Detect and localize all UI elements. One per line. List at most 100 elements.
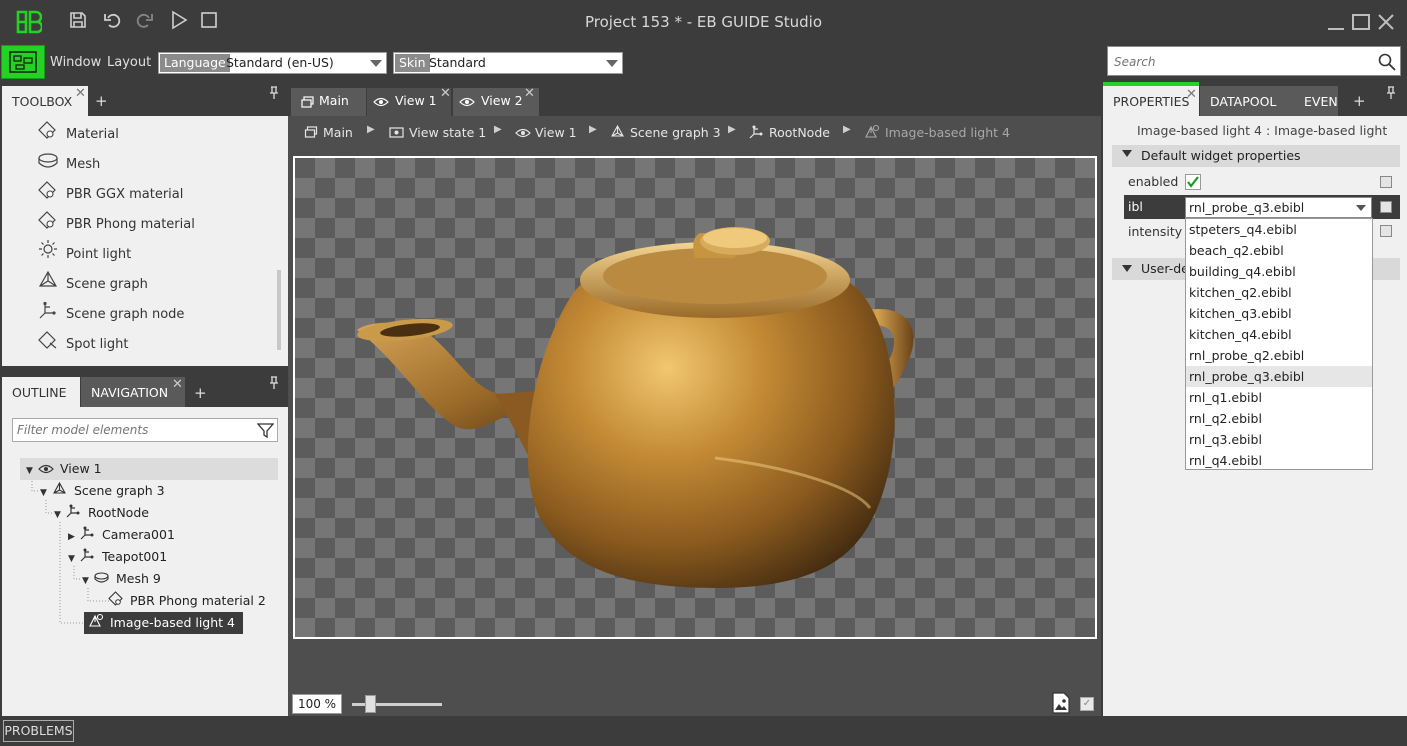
tree-item[interactable]: ▼ Teapot001 — [68, 546, 167, 568]
chevron-right-icon: ▶ — [843, 124, 851, 135]
window-icon — [304, 126, 318, 138]
close-icon[interactable]: ✕ — [1186, 87, 1197, 102]
eye-icon — [459, 97, 475, 107]
editor-tab-view2-label: View 2 — [481, 93, 523, 108]
collapse-icon[interactable]: ▼ — [68, 548, 80, 570]
node-icon — [749, 125, 763, 139]
ibl-option[interactable]: rnl_q1.ebibl — [1186, 387, 1372, 408]
zoom-value: 100 % — [297, 697, 337, 711]
search-input[interactable] — [1114, 53, 1364, 71]
ibl-option[interactable]: rnl_q2.ebibl — [1186, 408, 1372, 429]
scene-graph-icon — [52, 481, 70, 503]
skin-label: Skin — [395, 54, 430, 72]
breadcrumb-view-state[interactable]: View state 1 — [409, 125, 486, 140]
chevron-down-icon — [370, 60, 382, 67]
tree-item-label: Scene graph 3 — [74, 483, 165, 498]
tree-item[interactable]: ▼ Scene graph 3 — [40, 480, 165, 502]
grid-toggle-checkbox[interactable]: ✓ — [1080, 697, 1094, 711]
chevron-right-icon: ▶ — [728, 124, 736, 135]
intensity-link-checkbox[interactable] — [1380, 225, 1392, 237]
chevron-right-icon: ▶ — [494, 124, 502, 135]
chevron-right-icon: ▶ — [367, 124, 375, 135]
chevron-down-icon — [606, 60, 618, 67]
maximize-icon[interactable] — [1350, 12, 1372, 34]
ibl-option[interactable]: rnl_q4.ebibl — [1186, 450, 1372, 471]
ibl-option[interactable]: rnl_probe_q2.ebibl — [1186, 345, 1372, 366]
tree-item[interactable]: ▼ RootNode — [54, 502, 149, 524]
skin-value: Standard — [429, 55, 486, 70]
breadcrumb-root-node[interactable]: RootNode — [769, 125, 830, 140]
close-icon[interactable]: ✕ — [440, 86, 451, 101]
section-user-label: User-de — [1141, 261, 1189, 276]
ibl-option[interactable]: kitchen_q3.ebibl — [1186, 303, 1372, 324]
collapse-icon[interactable]: ▼ — [82, 570, 94, 592]
tab-datapool[interactable]: DATAPOOL — [1200, 86, 1294, 116]
tree-item[interactable]: ▼ Mesh 9 — [82, 568, 161, 590]
zoom-slider-thumb[interactable] — [365, 695, 376, 713]
editor-tab-view1[interactable]: View 1 — [367, 88, 451, 116]
enabled-link-checkbox[interactable] — [1380, 176, 1392, 188]
scene-canvas[interactable] — [293, 156, 1097, 639]
tab-properties-label: PROPERTIES — [1113, 94, 1190, 109]
enabled-checkbox[interactable] — [1185, 174, 1201, 190]
add-tab-icon[interactable]: + — [1353, 92, 1366, 110]
tab-datapool-label: DATAPOOL — [1210, 94, 1277, 109]
editor-tab-main[interactable]: Main — [291, 88, 366, 116]
ibl-select[interactable]: rnl_probe_q3.ebibl — [1185, 197, 1372, 218]
ibl-icon — [88, 613, 106, 635]
tab-events-label: EVEN — [1304, 94, 1338, 109]
node-icon — [80, 547, 98, 569]
export-image-icon[interactable] — [1052, 692, 1070, 717]
pin-icon[interactable] — [1386, 86, 1396, 104]
collapse-icon[interactable]: ▼ — [26, 460, 38, 482]
ibl-option[interactable]: stpeters_q4.ebibl — [1186, 219, 1372, 240]
close-icon[interactable]: ✕ — [524, 86, 535, 101]
breadcrumb-main[interactable]: Main — [323, 125, 353, 140]
tree-item-label: Teapot001 — [102, 549, 168, 564]
ibl-icon — [865, 124, 880, 138]
ibl-option[interactable]: kitchen_q2.ebibl — [1186, 282, 1372, 303]
tree-item[interactable]: Image-based light 4 — [84, 612, 243, 634]
expand-icon[interactable]: ▶ — [68, 526, 80, 548]
tree-item-label: View 1 — [60, 461, 102, 476]
tab-events[interactable]: EVEN — [1294, 86, 1338, 116]
tree-item[interactable]: ▼ View 1 — [20, 458, 278, 480]
section-default-label: Default widget properties — [1141, 148, 1301, 163]
collapse-icon[interactable]: ▼ — [54, 504, 66, 526]
status-bar — [0, 716, 1407, 746]
check-icon — [1187, 176, 1199, 188]
zoom-field[interactable]: 100 % — [292, 694, 342, 714]
mesh-icon — [94, 569, 112, 591]
breadcrumb-scene-graph[interactable]: Scene graph 3 — [630, 125, 721, 140]
ibl-option[interactable]: kitchen_q4.ebibl — [1186, 324, 1372, 345]
editor-tab-view1-label: View 1 — [395, 93, 437, 108]
window-icon — [301, 96, 314, 108]
tree-item-label: Camera001 — [102, 527, 175, 542]
minimize-icon[interactable] — [1325, 12, 1347, 34]
problems-label: PROBLEMS — [4, 723, 73, 738]
skin-select[interactable]: Skin Standard — [393, 52, 623, 74]
node-icon — [80, 525, 98, 547]
chevron-down-icon — [1356, 205, 1366, 211]
search-icon[interactable] — [1378, 53, 1396, 71]
tree-item-label: Image-based light 4 — [110, 615, 235, 630]
ibl-option[interactable]: rnl_probe_q3.ebibl — [1186, 366, 1372, 387]
ibl-option[interactable]: rnl_q3.ebibl — [1186, 429, 1372, 450]
ibl-dropdown-list: stpeters_q4.ebibl beach_q2.ebibl building_… — [1185, 218, 1373, 470]
tree-item[interactable]: ▶ Camera001 — [68, 524, 175, 546]
ibl-link-checkbox[interactable] — [1380, 201, 1392, 213]
tree-item[interactable]: PBR Phong material 2 — [96, 590, 266, 612]
tab-properties[interactable]: PROPERTIES — [1103, 86, 1199, 116]
prop-enabled-label: enabled — [1128, 174, 1179, 189]
problems-button[interactable]: PROBLEMS — [3, 720, 74, 742]
prop-ibl-label: ibl — [1128, 199, 1143, 214]
collapse-icon — [1122, 265, 1132, 272]
section-default-properties[interactable]: Default widget properties — [1112, 145, 1400, 167]
close-icon[interactable] — [1375, 12, 1397, 34]
ibl-option[interactable]: beach_q2.ebibl — [1186, 240, 1372, 261]
ibl-option[interactable]: building_q4.ebibl — [1186, 261, 1372, 282]
collapse-icon[interactable]: ▼ — [40, 482, 52, 504]
breadcrumb-view[interactable]: View 1 — [535, 125, 577, 140]
tree-item-label: PBR Phong material 2 — [130, 593, 266, 608]
material-icon — [108, 590, 126, 613]
